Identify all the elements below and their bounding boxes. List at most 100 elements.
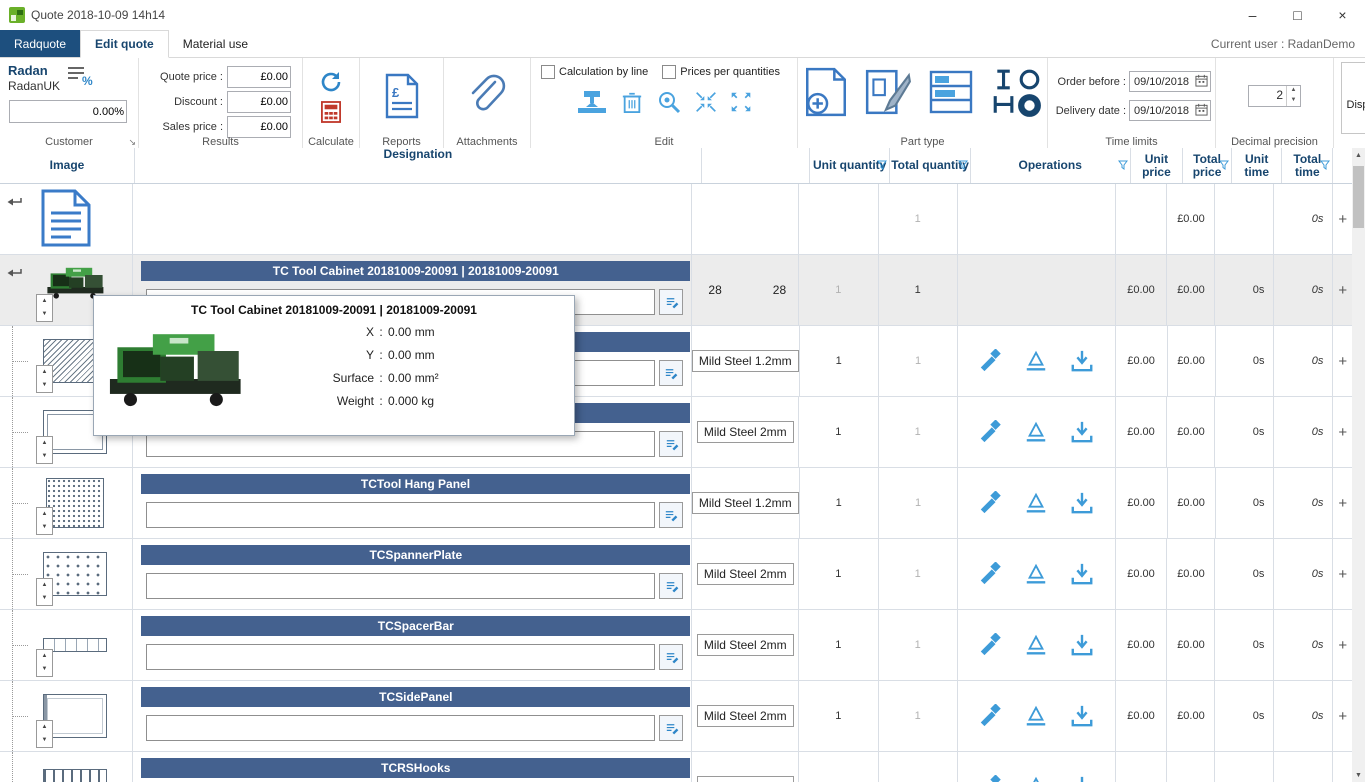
add-row-button[interactable]: + [1333, 326, 1352, 396]
download-operation-icon[interactable] [1070, 704, 1094, 728]
calculate-button[interactable]: Calculate [303, 58, 360, 149]
vertical-scrollbar[interactable]: ▲ ▼ [1352, 148, 1365, 782]
press-machine-icon[interactable] [576, 89, 608, 115]
material-box[interactable]: Mild Steel 1.2mm [692, 350, 799, 372]
prices-per-quantities-checkbox[interactable] [662, 65, 676, 79]
decimal-precision-spinner[interactable]: ▲ ▼ [1286, 86, 1300, 106]
quantity-spinner[interactable]: ▲ ▼ [36, 720, 53, 748]
spin-down-icon[interactable]: ▼ [37, 379, 52, 392]
bend-operation-icon[interactable] [1024, 562, 1048, 586]
reports-button[interactable]: £ Reports [360, 58, 444, 149]
quantity-spinner[interactable]: ▲ ▼ [36, 578, 53, 606]
edit-designation-button[interactable] [659, 715, 683, 741]
collapse-arrow-icon[interactable] [6, 267, 23, 283]
search-settings-icon[interactable] [656, 89, 682, 115]
decimal-precision-input[interactable]: 2 ▲ ▼ [1248, 85, 1301, 107]
punch-operation-icon[interactable] [978, 704, 1002, 728]
scroll-down-button[interactable]: ▼ [1352, 768, 1365, 782]
add-row-button[interactable]: + [1333, 752, 1352, 782]
bend-operation-icon[interactable] [1024, 775, 1048, 782]
add-row-button[interactable]: + [1333, 610, 1352, 680]
expand-all-icon[interactable] [730, 91, 752, 113]
download-operation-icon[interactable] [1070, 562, 1094, 586]
part-thumbnail[interactable] [43, 769, 107, 782]
spin-down-icon[interactable]: ▼ [1287, 96, 1300, 106]
order-before-input[interactable]: 09/10/2018 [1129, 71, 1211, 92]
spin-down-icon[interactable]: ▼ [37, 450, 52, 463]
spin-up-icon[interactable]: ▲ [37, 579, 52, 592]
header-operations[interactable]: Operations [971, 148, 1131, 183]
tab-edit-quote[interactable]: Edit quote [80, 30, 169, 58]
add-row-button[interactable]: + [1333, 468, 1352, 538]
download-operation-icon[interactable] [1070, 420, 1094, 444]
filter-icon[interactable] [1219, 160, 1229, 173]
quantity-spinner[interactable]: ▲ ▼ [36, 507, 53, 535]
quantity-spinner[interactable]: ▲ ▼ [36, 436, 53, 464]
bend-operation-icon[interactable] [1024, 633, 1048, 657]
tab-radquote[interactable]: Radquote [0, 30, 80, 57]
bend-operation-icon[interactable] [1024, 349, 1048, 373]
material-box[interactable]: Mild Steel 2mm [697, 705, 794, 727]
spin-down-icon[interactable]: ▼ [37, 734, 52, 747]
filter-icon[interactable] [1118, 160, 1128, 173]
collapse-all-icon[interactable] [695, 91, 717, 113]
calendar-icon[interactable] [1195, 74, 1208, 90]
header-total-price[interactable]: Total price [1183, 148, 1232, 183]
spin-up-icon[interactable]: ▲ [1287, 86, 1300, 96]
punch-operation-icon[interactable] [978, 633, 1002, 657]
header-designation[interactable]: Designation [135, 148, 702, 183]
part-name-bar[interactable]: TCSpacerBar [141, 616, 690, 636]
spin-up-icon[interactable]: ▲ [37, 650, 52, 663]
quantity-spinner[interactable]: ▲ ▼ [36, 365, 53, 393]
material-box[interactable]: Mild Steel 2mm [697, 776, 794, 782]
sales-price-input[interactable] [227, 116, 291, 138]
punch-operation-icon[interactable] [978, 420, 1002, 444]
spin-down-icon[interactable]: ▼ [37, 308, 52, 321]
filter-icon[interactable] [877, 160, 887, 173]
punch-tool-shapes-icon[interactable] [989, 67, 1043, 120]
maximize-button[interactable]: □ [1275, 0, 1320, 30]
download-operation-icon[interactable] [1070, 775, 1094, 782]
customer-dialog-launcher-icon[interactable]: ↘ [128, 137, 136, 148]
calendar-icon[interactable] [1195, 103, 1208, 119]
edit-designation-button[interactable] [659, 644, 683, 670]
add-row-button[interactable]: + [1333, 255, 1352, 325]
header-unit-quantity[interactable]: Unit quantity [810, 148, 890, 183]
quantity-spinner[interactable]: ▲ ▼ [36, 294, 53, 322]
collapse-arrow-icon[interactable] [6, 196, 23, 212]
header-image[interactable]: Image [0, 148, 135, 183]
part-name-bar[interactable]: TCRSHooks [141, 758, 690, 778]
designation-input[interactable] [146, 502, 655, 528]
designation-input[interactable] [146, 715, 655, 741]
part-name-bar[interactable]: TCSidePanel [141, 687, 690, 707]
material-box[interactable]: Mild Steel 2mm [697, 563, 794, 585]
punch-operation-icon[interactable] [978, 562, 1002, 586]
edit-designation-button[interactable] [659, 573, 683, 599]
add-part-icon[interactable] [803, 67, 849, 120]
filter-icon[interactable] [1320, 160, 1330, 173]
part-thumbnail[interactable] [46, 478, 104, 528]
quantity-spinner[interactable]: ▲ ▼ [36, 649, 53, 677]
spin-up-icon[interactable]: ▲ [37, 366, 52, 379]
customer-discount-input[interactable] [9, 100, 127, 123]
close-button[interactable]: × [1320, 0, 1365, 30]
delivery-date-input[interactable]: 09/10/2018 [1129, 100, 1211, 121]
add-row-button[interactable]: + [1333, 397, 1352, 467]
spin-up-icon[interactable]: ▲ [37, 295, 52, 308]
spin-down-icon[interactable]: ▼ [37, 592, 52, 605]
display-values-button[interactable]: ° Display values ▾ [1341, 62, 1365, 134]
edit-designation-button[interactable] [659, 289, 683, 315]
designation-input[interactable] [146, 573, 655, 599]
download-operation-icon[interactable] [1070, 633, 1094, 657]
bend-operation-icon[interactable] [1024, 491, 1048, 515]
attachments-button[interactable]: Attachments [444, 58, 531, 149]
download-operation-icon[interactable] [1070, 491, 1094, 515]
tab-material-use[interactable]: Material use [169, 30, 262, 57]
bend-operation-icon[interactable] [1024, 704, 1048, 728]
spin-up-icon[interactable]: ▲ [37, 437, 52, 450]
edit-designation-button[interactable] [659, 360, 683, 386]
quote-price-input[interactable] [227, 66, 291, 88]
scroll-up-button[interactable]: ▲ [1352, 148, 1365, 162]
scrollbar-track[interactable] [1352, 162, 1365, 768]
designation-input[interactable] [146, 644, 655, 670]
